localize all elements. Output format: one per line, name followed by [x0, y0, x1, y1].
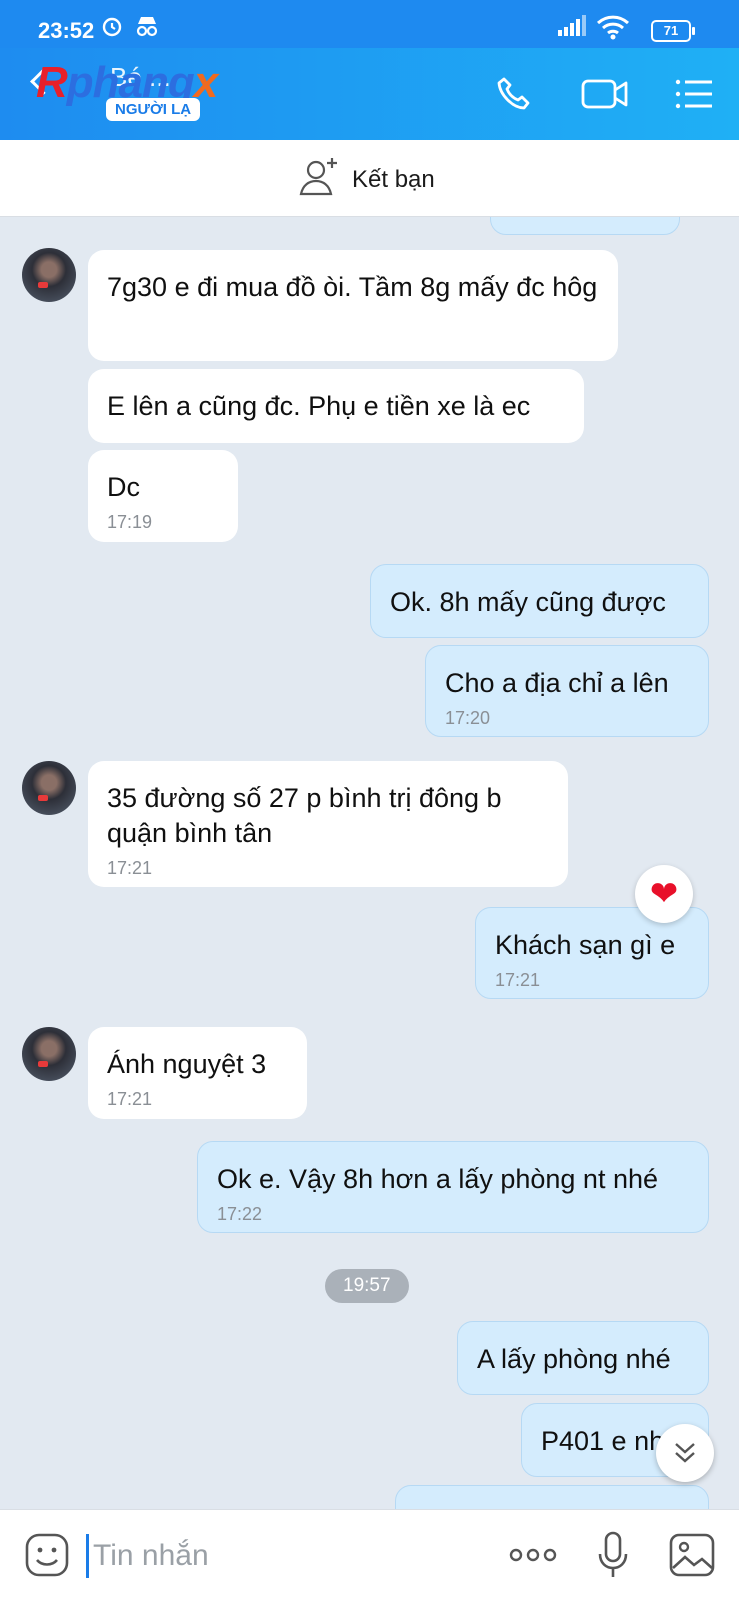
status-bar: 23:52 71 — [0, 0, 739, 48]
next-message-bubble — [395, 1485, 709, 1509]
microphone-icon[interactable] — [596, 1530, 630, 1585]
message-text: Ok e. Vậy 8h hơn a lấy phòng nt nhé — [217, 1164, 659, 1194]
message-bubble[interactable]: A lấy phòng nhé — [457, 1321, 709, 1395]
menu-icon[interactable] — [674, 74, 714, 119]
wifi-icon — [596, 14, 630, 45]
message-bubble[interactable]: Ok e. Vậy 8h hơn a lấy phòng nt nhé 17:2… — [197, 1141, 709, 1233]
message-time: 17:19 — [107, 512, 153, 532]
contact-avatar[interactable] — [22, 761, 76, 815]
video-call-icon[interactable] — [580, 74, 630, 119]
contact-avatar[interactable] — [22, 1027, 76, 1081]
message-bubble[interactable]: 7g30 e đi mua đồ òi. Tầm 8g mấy đc hôg — [88, 250, 618, 361]
message-text: E lên a cũng đc. Phụ e tiền xe là ec — [107, 391, 531, 421]
sticker-icon[interactable] — [24, 1532, 70, 1583]
message-text: Ok. 8h mấy cũng được — [390, 587, 666, 617]
message-text: Cho a địa chỉ a lên — [445, 668, 669, 698]
message-text: Dc — [107, 472, 140, 502]
battery-icon: 71 — [651, 20, 695, 42]
signal-icon — [556, 14, 588, 43]
status-time: 23:52 — [38, 18, 95, 43]
message-time: 17:20 — [445, 708, 491, 728]
add-friend-bar[interactable]: Kết bạn — [0, 140, 739, 217]
chat-header: Bé ... Rphangx NGƯỜI LẠ — [0, 48, 739, 140]
date-separator: 19:57 — [325, 1269, 409, 1303]
message-bubble[interactable]: E lên a cũng đc. Phụ e tiền xe là ec — [88, 369, 584, 443]
contact-avatar[interactable] — [22, 248, 76, 302]
message-bubble[interactable]: Cho a địa chỉ a lên 17:20 — [425, 645, 709, 737]
message-bubble[interactable]: 35 đường số 27 p bình trị đông b quận bì… — [88, 761, 568, 887]
message-input-bar: Tin nhắn — [0, 1509, 739, 1601]
message-text: Khách sạn gì e — [495, 930, 676, 960]
message-text: 7g30 e đi mua đồ òi. Tầm 8g mấy đc hôg — [107, 272, 598, 302]
add-friend-label: Kết bạn — [352, 165, 435, 193]
message-input[interactable]: Tin nhắn — [86, 1534, 393, 1578]
message-bubble[interactable]: Ánh nguyệt 3 17:21 — [88, 1027, 307, 1119]
message-text: Ánh nguyệt 3 — [107, 1049, 267, 1079]
incognito-icon — [134, 14, 160, 43]
previous-message-bubble — [490, 217, 680, 235]
message-time: 17:21 — [107, 858, 153, 878]
message-time: 17:21 — [495, 970, 541, 990]
message-text: 35 đường số 27 p bình trị đông b quận bì… — [107, 783, 502, 848]
more-icon[interactable] — [508, 1546, 558, 1569]
add-friend-icon — [298, 156, 340, 203]
message-time: 17:21 — [107, 1089, 153, 1109]
alarm-icon — [100, 14, 124, 43]
chat-area[interactable]: 7g30 e đi mua đồ òi. Tầm 8g mấy đc hôg E… — [0, 217, 739, 1509]
message-time: 17:22 — [217, 1204, 263, 1224]
message-bubble[interactable]: Dc 17:19 — [88, 450, 238, 542]
image-icon[interactable] — [668, 1532, 716, 1583]
heart-reaction-icon[interactable]: ❤ — [635, 865, 693, 923]
message-text: A lấy phòng nhé — [477, 1344, 671, 1374]
message-bubble[interactable]: Ok. 8h mấy cũng được — [370, 564, 709, 638]
stranger-badge: NGƯỜI LẠ — [106, 98, 201, 121]
scroll-down-button[interactable] — [656, 1424, 714, 1482]
phone-icon[interactable] — [494, 74, 534, 119]
